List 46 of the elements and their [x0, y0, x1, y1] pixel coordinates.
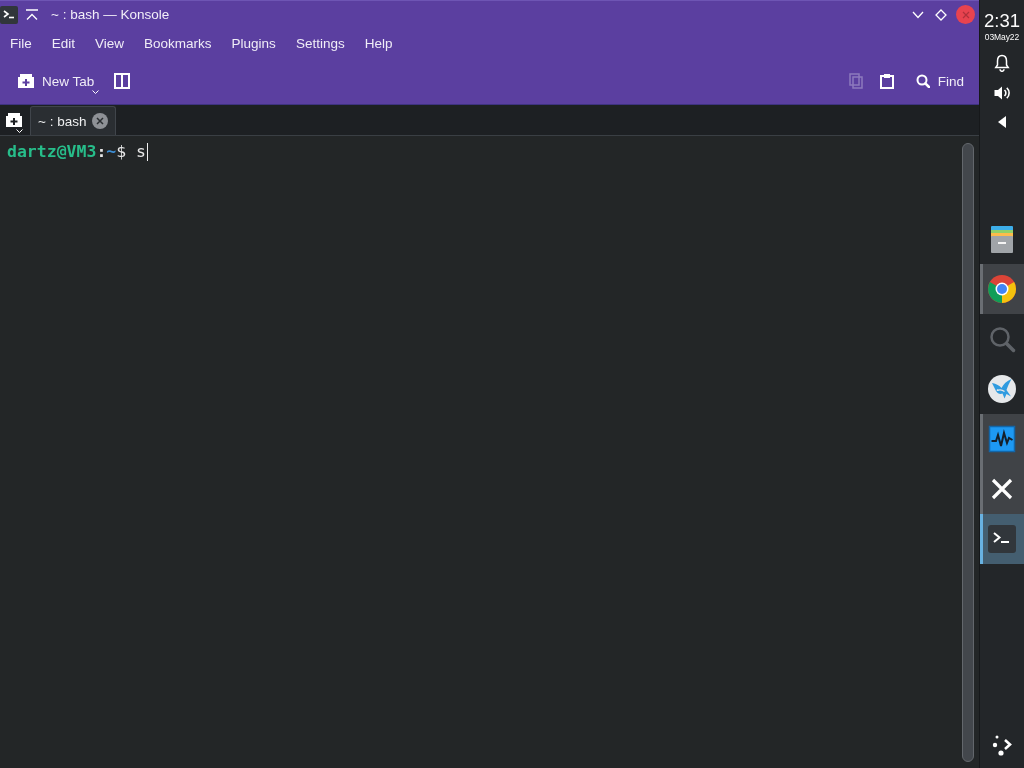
- split-view-icon: [114, 73, 131, 89]
- menu-item[interactable]: Help: [354, 31, 403, 55]
- menu-item[interactable]: Bookmarks: [134, 31, 222, 55]
- text-cursor: [147, 143, 149, 161]
- minimize-icon: [912, 10, 924, 19]
- search-icon: [915, 74, 930, 88]
- speaker-icon: [993, 84, 1011, 102]
- clock-date: 03May22: [984, 32, 1020, 42]
- scrollbar[interactable]: [962, 143, 974, 762]
- search-icon: [988, 325, 1016, 353]
- pin-to-top-icon: [25, 8, 39, 21]
- menu-item[interactable]: View: [85, 31, 135, 55]
- terminal-icon: [988, 525, 1016, 553]
- menu-item[interactable]: File: [0, 31, 42, 55]
- caret-icon: [92, 90, 100, 94]
- menu-item[interactable]: Settings: [285, 31, 355, 55]
- copy-icon: [848, 73, 863, 89]
- taskbar-button[interactable]: [980, 264, 1024, 314]
- menu-item[interactable]: Plugins: [221, 31, 286, 55]
- file-cabinet-icon: [988, 225, 1016, 253]
- caret-icon: [16, 129, 23, 133]
- close-icon: [961, 10, 970, 19]
- bell-icon: [994, 54, 1010, 72]
- new-tab-button[interactable]: New Tab: [12, 65, 101, 97]
- taskbar-button[interactable]: [980, 414, 1024, 464]
- window-title: ~ : bash — Konsole: [51, 7, 170, 22]
- maximize-icon: [935, 8, 947, 21]
- new-tab-icon: [6, 113, 22, 127]
- menu-item[interactable]: Edit: [41, 31, 86, 55]
- find-button[interactable]: Find: [909, 65, 970, 97]
- tab[interactable]: ~ : bash: [30, 106, 117, 135]
- command-prompt: dartz@VM3:~$: [7, 142, 127, 162]
- clipboard-icon: [879, 73, 894, 89]
- triangle-left-icon: [998, 116, 1006, 128]
- cross-icon: [991, 478, 1013, 500]
- clock-time: 2:31: [984, 10, 1020, 32]
- browser-icon: [988, 275, 1016, 303]
- taskbar-button[interactable]: [980, 514, 1024, 564]
- typed-command: s: [136, 142, 147, 162]
- bird-icon: [988, 375, 1016, 403]
- waveform-monitor-icon: [988, 425, 1016, 453]
- close-icon: [92, 113, 109, 129]
- terminal-icon: [0, 5, 18, 24]
- dots-arrow-icon: [991, 734, 1013, 756]
- taskbar-button[interactable]: [980, 464, 1024, 514]
- new-tab-icon: [18, 74, 34, 88]
